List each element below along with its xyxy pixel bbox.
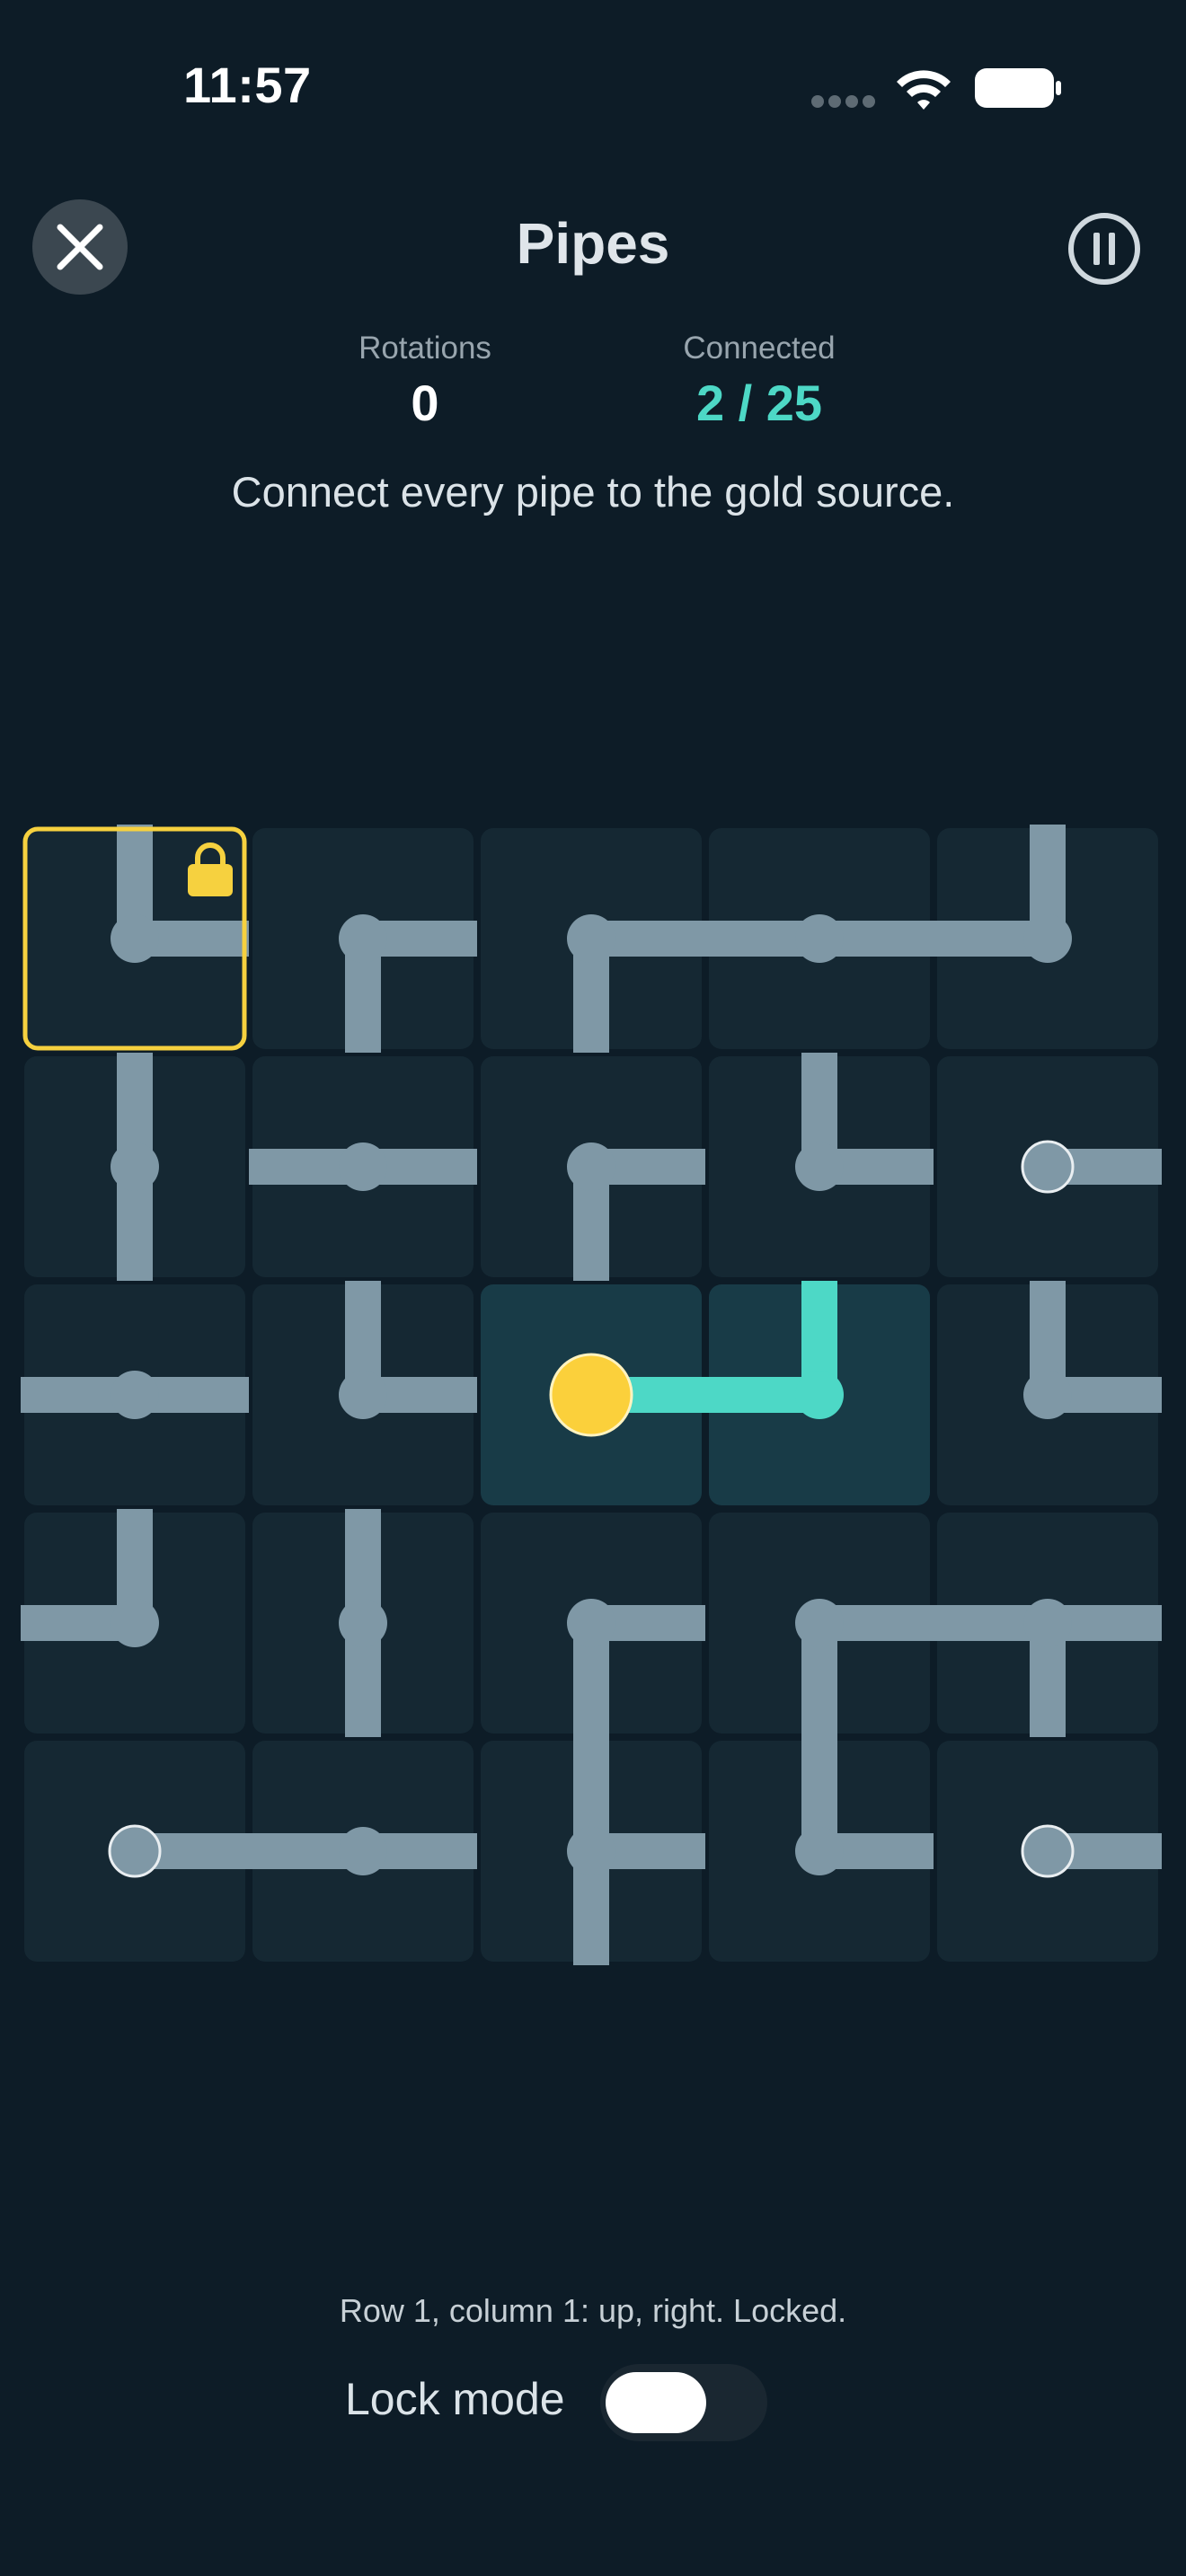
lock-mode-label: Lock mode [345,2374,565,2424]
pipe-joint [795,1599,844,1647]
pipe-tile[interactable] [937,1281,1162,1505]
pipe-joint [339,1827,387,1875]
lock-mode-toggle[interactable] [600,2364,767,2441]
pipe-joint [795,1142,844,1191]
pipe-tile[interactable] [934,825,1158,1049]
pipe-joint [339,1599,387,1647]
pipe-joint [567,1599,615,1647]
pipe-joint [1023,914,1072,963]
pipe-tile[interactable] [22,825,249,1051]
pipe-tile[interactable] [709,1053,934,1277]
pipe-joint [1023,1371,1072,1419]
pipe-tile[interactable] [709,1513,934,1737]
pipe-tile[interactable] [481,1737,705,1965]
selection-status: Row 1, column 1: up, right. Locked. [339,2292,847,2329]
pipe-joint [567,914,615,963]
pipe-joint [795,1827,844,1875]
pipe-tile[interactable] [705,1281,930,1505]
pipe-tile[interactable] [481,1284,705,1505]
pipe-tile[interactable] [481,1513,705,1737]
pipe-joint [111,1599,159,1647]
pipe-tile[interactable] [249,1056,477,1277]
pipe-tile[interactable] [709,1737,934,1962]
pipe-tile[interactable] [481,1056,705,1281]
pipe-tile[interactable] [252,828,477,1053]
pipe-endpoint [108,1824,162,1878]
pipe-tile[interactable] [21,1509,245,1734]
pipe-tile[interactable] [252,1281,477,1505]
pipe-board [21,825,1162,1965]
pipe-joint [1023,1599,1072,1647]
pipe-tile[interactable] [249,1741,477,1962]
pipe-joint [795,914,844,963]
pipe-tile[interactable] [21,1284,249,1505]
pipe-tile[interactable] [24,1053,245,1281]
pipe-endpoint [1021,1140,1075,1194]
pipe-joint [795,1371,844,1419]
pipe-tile[interactable] [252,1509,474,1737]
pipe-joint [111,914,159,963]
pipe-tile[interactable] [937,1056,1162,1277]
pipe-tile[interactable] [481,828,705,1053]
pipe-tile[interactable] [934,1513,1162,1737]
pipe-joint [339,914,387,963]
pipe-joint [567,1827,615,1875]
pipe-joint [339,1371,387,1419]
pipe-endpoint [1021,1824,1075,1878]
pipe-joint [339,1142,387,1191]
pipe-tile[interactable] [705,828,934,1049]
pipe-joint [111,1371,159,1419]
pipe-joint [111,1142,159,1191]
pipe-tile[interactable] [24,1741,249,1962]
gold-source [549,1353,633,1437]
pipe-joint [567,1142,615,1191]
lock-mode-toggle-knob [606,2372,706,2433]
pipe-tile[interactable] [937,1741,1162,1962]
